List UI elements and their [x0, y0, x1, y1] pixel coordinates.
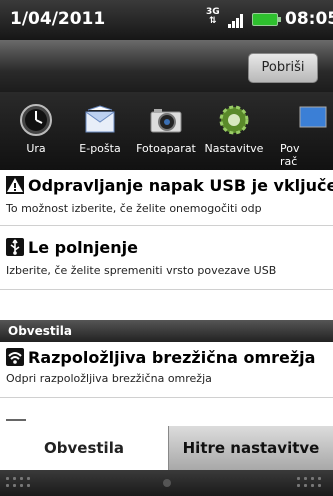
app-label: Fotoaparat	[136, 142, 196, 155]
clock-icon	[20, 104, 52, 136]
network-type-label: 3G	[206, 7, 220, 17]
handle-knob-icon	[163, 479, 171, 487]
warning-icon	[6, 176, 24, 194]
tab-quick-settings[interactable]: Hitre nastavitve	[168, 426, 333, 470]
notification-subtitle: Odpri razpoložljiva brezžična omrežja	[6, 372, 212, 385]
usb-icon	[6, 238, 24, 256]
clear-button[interactable]: Pobriši	[248, 53, 318, 83]
grip-dots-left-icon	[6, 477, 36, 489]
notification-list[interactable]: Odpravljanje napak USB je vključe To mož…	[0, 170, 333, 426]
notification-title-text: Odpravljanje napak USB je vključe	[28, 176, 333, 195]
app-computer[interactable]: Pov rač	[276, 92, 333, 170]
notification-wifi[interactable]: Razpoložljiva brezžična omrežja Odpri ra…	[0, 342, 333, 398]
tab-notifications[interactable]: Obvestila	[0, 426, 168, 470]
partial-notification-icon	[6, 419, 26, 425]
notification-title: Odpravljanje napak USB je vključe	[6, 176, 333, 195]
gear-icon	[219, 105, 249, 135]
app-label: E-pošta	[79, 142, 121, 155]
status-time: 08:05	[285, 9, 333, 29]
network-3g-icon: 3G ⇅	[206, 7, 220, 26]
mail-icon	[85, 105, 115, 133]
app-camera[interactable]: Fotoaparat	[130, 92, 202, 170]
camera-icon	[150, 109, 182, 133]
app-label: Ura	[26, 142, 46, 155]
status-bar: 1/04/2011 3G⇅ 08:05	[0, 0, 333, 40]
notification-title: Le polnjenje	[6, 238, 138, 257]
notification-title: Razpoložljiva brezžična omrežja	[6, 348, 315, 367]
notification-charging[interactable]: Le polnjenje Izberite, če želite spremen…	[0, 226, 333, 290]
quick-apps-strip[interactable]: Ura E-pošta Fotoaparat Nastavitve Pov ra…	[0, 92, 333, 170]
notification-title-text: Le polnjenje	[28, 238, 138, 257]
app-settings[interactable]: Nastavitve	[198, 92, 270, 170]
app-clock[interactable]: Ura	[0, 92, 72, 170]
computer-icon	[299, 106, 327, 128]
status-date: 1/04/2011	[10, 9, 106, 29]
notification-subtitle: To možnost izberite, če želite onemogoči…	[6, 202, 262, 215]
wifi-icon	[6, 348, 24, 366]
notification-subtitle: Izberite, če želite spremeniti vrsto pov…	[6, 264, 277, 277]
battery-icon	[252, 13, 281, 26]
section-header-notifications: Obvestila	[0, 320, 333, 342]
drag-handle[interactable]	[0, 470, 333, 496]
app-email[interactable]: E-pošta	[64, 92, 136, 170]
notification-usb-debugging[interactable]: Odpravljanje napak USB je vključe To mož…	[0, 170, 333, 226]
grip-dots-right-icon	[297, 477, 327, 489]
bottom-tabs: Obvestila Hitre nastavitve	[0, 426, 333, 470]
app-label: Pov rač	[280, 142, 300, 168]
notification-title-text: Razpoložljiva brezžična omrežja	[28, 348, 316, 367]
signal-strength-icon	[228, 12, 246, 28]
app-label: Nastavitve	[204, 142, 264, 155]
notification-header: Pobriši	[0, 40, 333, 92]
